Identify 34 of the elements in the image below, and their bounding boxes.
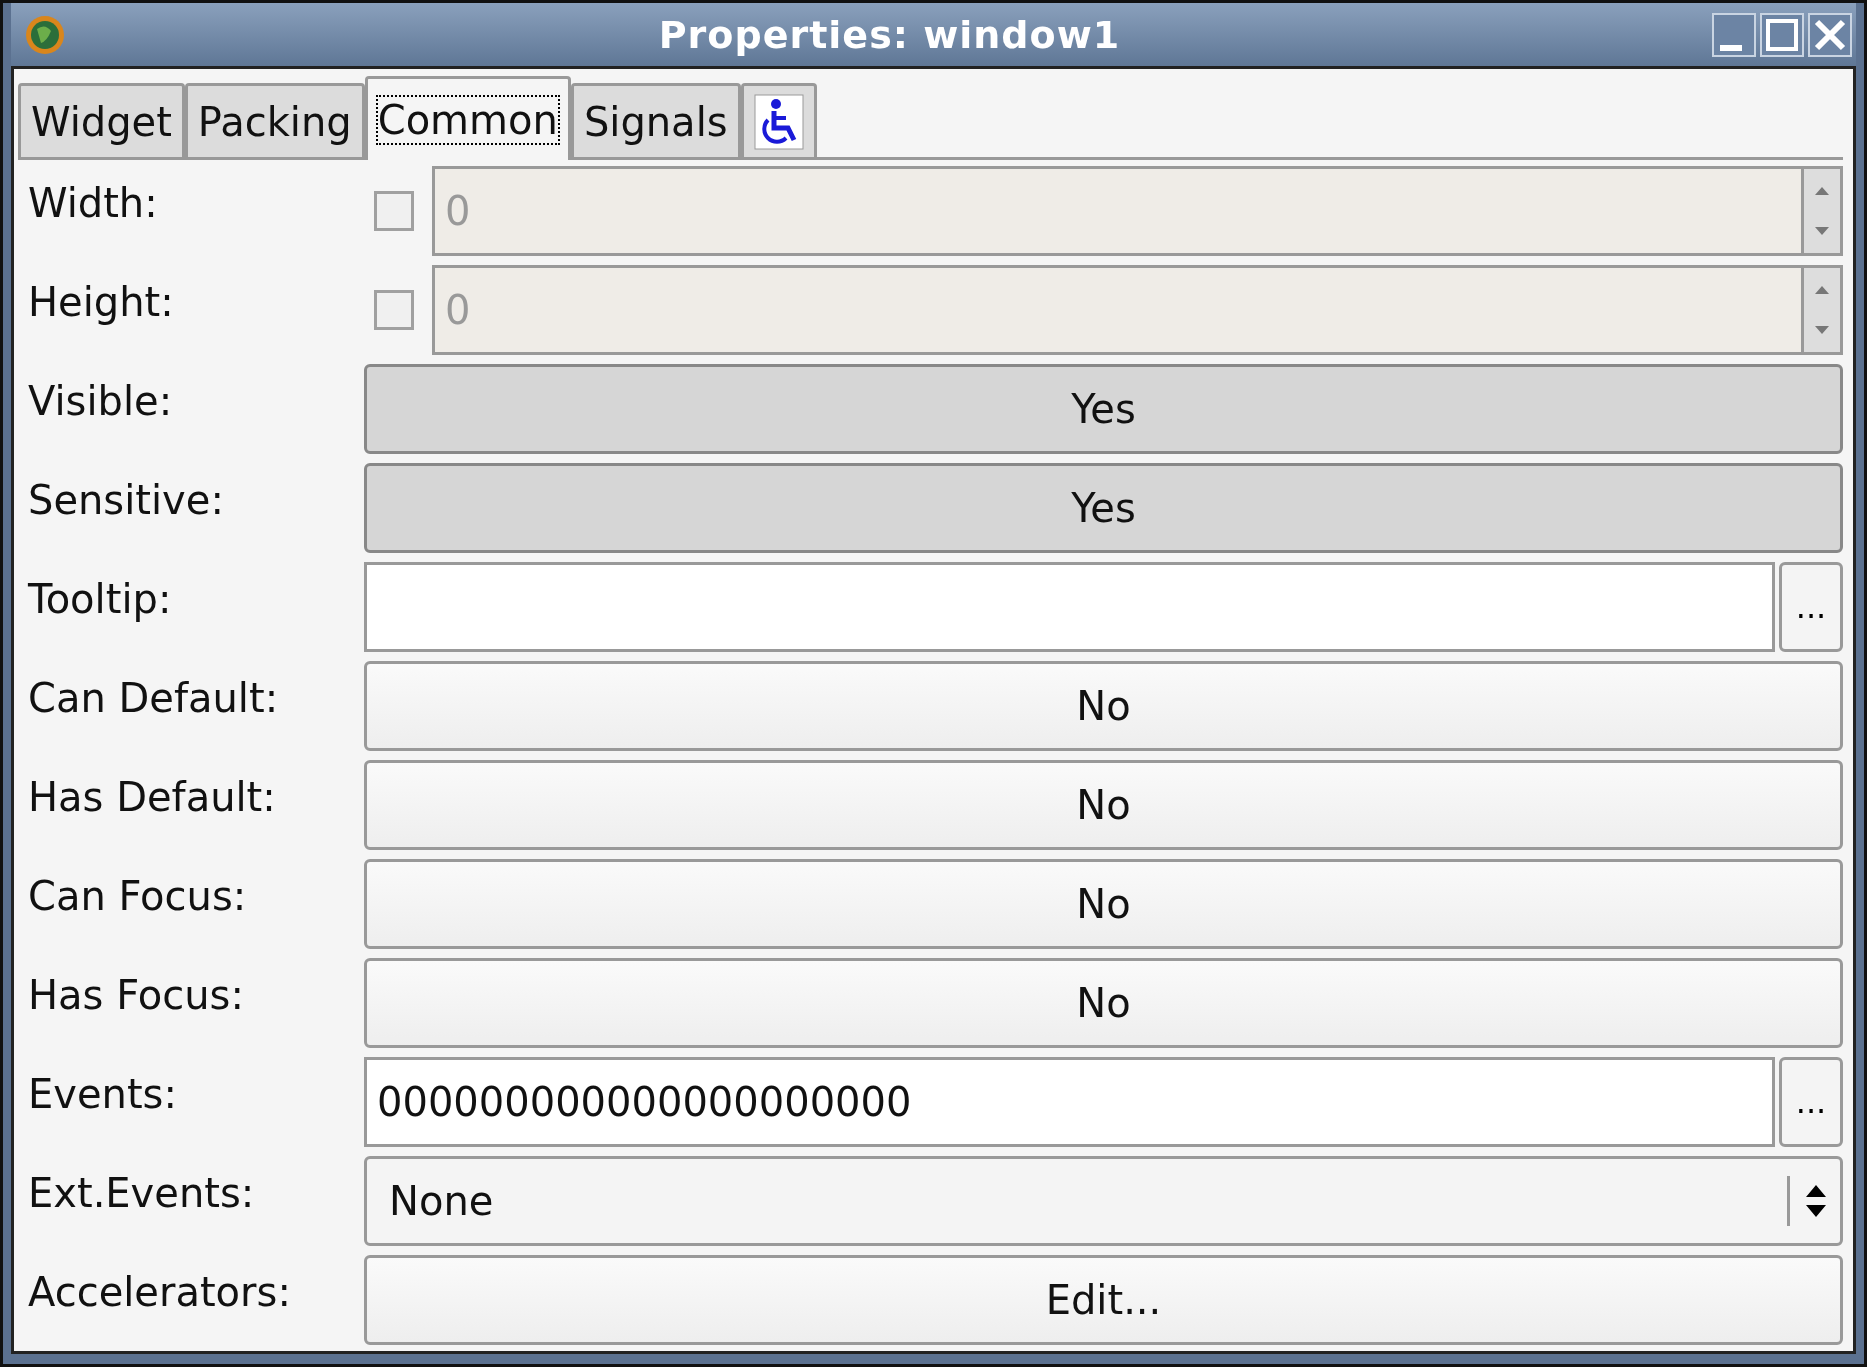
tab[interactable]: Widget <box>18 83 185 157</box>
toggle-button[interactable]: No <box>364 760 1843 850</box>
toggle-button[interactable]: No <box>364 661 1843 751</box>
property-label: Width: <box>27 179 159 228</box>
property-label: Height: <box>27 278 175 327</box>
property-label: Sensitive: <box>27 476 225 525</box>
edit-button[interactable]: Edit... <box>364 1255 1843 1345</box>
property-label: Tooltip: <box>27 575 173 624</box>
maximize-icon[interactable] <box>1760 12 1804 57</box>
toggle-button[interactable]: Yes <box>364 463 1843 553</box>
property-label: Can Default: <box>27 674 280 723</box>
dropdown[interactable]: None <box>364 1156 1843 1246</box>
close-icon[interactable] <box>1808 12 1852 57</box>
text-field[interactable]: 000000000000000000000 <box>364 1057 1775 1147</box>
tab[interactable]: Signals <box>570 83 741 157</box>
property-label: Has Default: <box>27 773 277 822</box>
browse-button[interactable]: ... <box>1779 1057 1843 1147</box>
wheelchair-icon <box>753 93 804 150</box>
property-label: Accelerators: <box>27 1268 292 1317</box>
toggle-button[interactable]: No <box>364 958 1843 1048</box>
property-label: Can Focus: <box>27 872 248 921</box>
property-label: Has Focus: <box>27 971 245 1020</box>
property-label: Ext.Events: <box>27 1169 256 1218</box>
text-field[interactable] <box>364 562 1775 652</box>
browse-button[interactable]: ... <box>1779 562 1843 652</box>
tab[interactable] <box>740 83 817 157</box>
property-label: Visible: <box>27 377 174 426</box>
minimize-icon[interactable] <box>1712 12 1756 57</box>
tab[interactable]: Packing <box>184 83 365 157</box>
toggle-button[interactable]: Yes <box>364 364 1843 454</box>
window-title: Properties: window1 <box>657 12 1122 57</box>
property-label: Events: <box>27 1070 178 1119</box>
tab[interactable]: Common <box>364 76 571 160</box>
toggle-button[interactable]: No <box>364 859 1843 949</box>
